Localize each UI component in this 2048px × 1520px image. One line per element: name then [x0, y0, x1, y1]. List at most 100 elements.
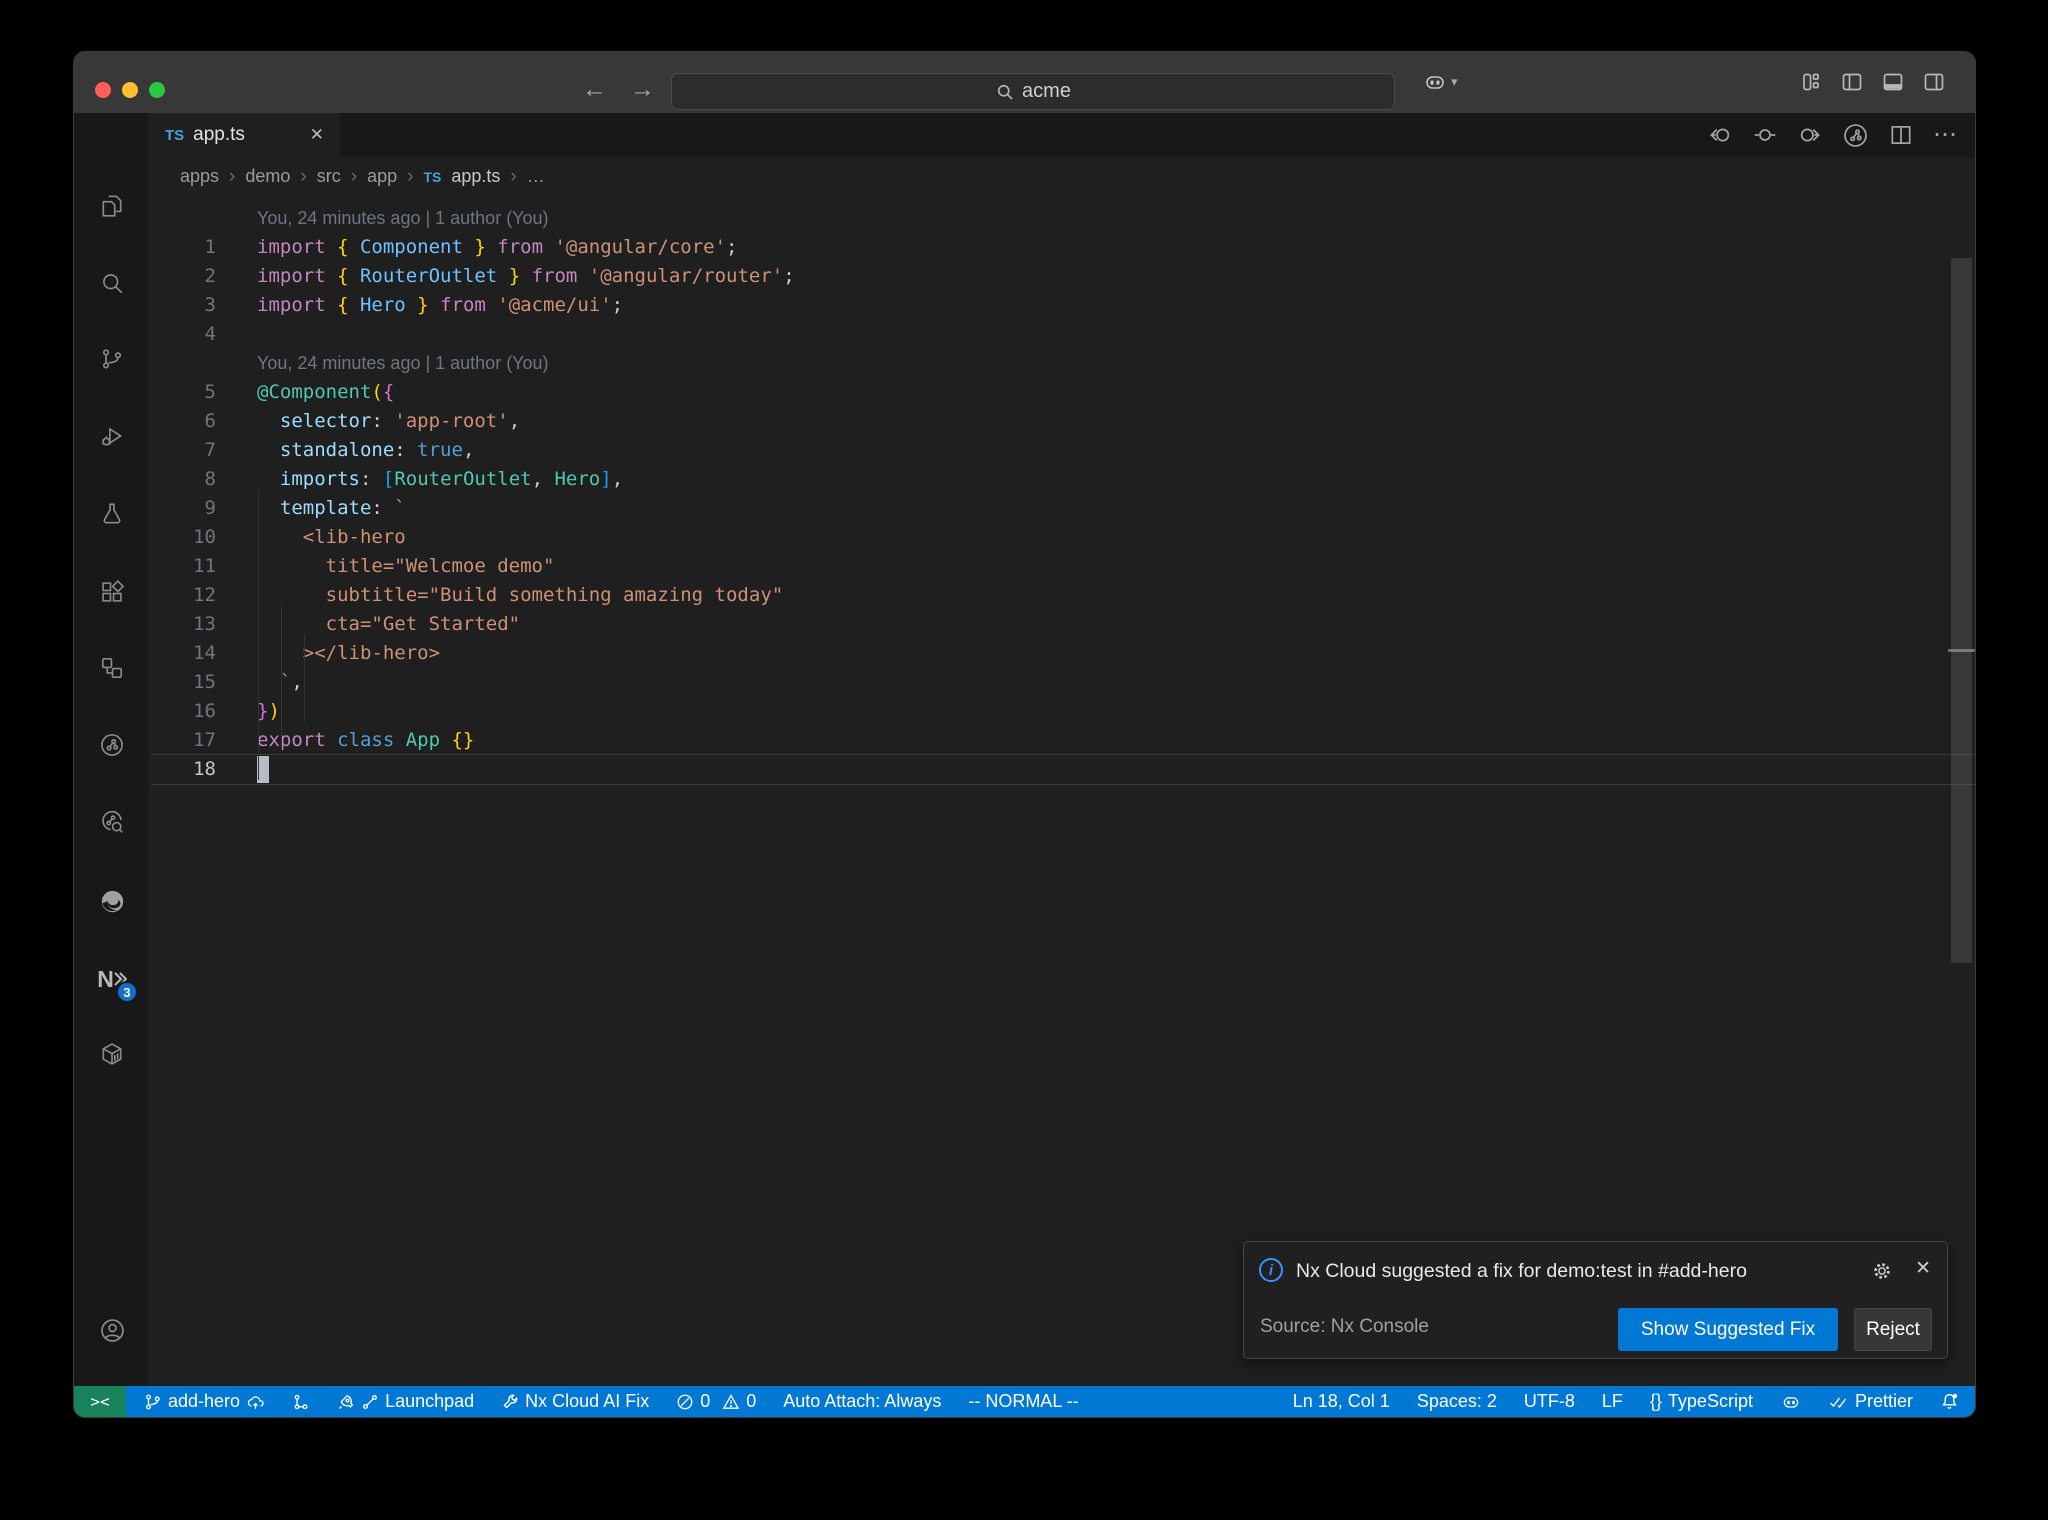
- nav-forward-icon[interactable]: [1797, 122, 1823, 148]
- code-line-9: 9 template: `: [151, 494, 1975, 523]
- panel-right-icon[interactable]: [1922, 70, 1946, 94]
- formatter-label: Prettier: [1854, 1391, 1913, 1411]
- graph-search-icon[interactable]: [74, 802, 150, 842]
- git-graph-item[interactable]: [292, 1393, 310, 1411]
- notification-toast: i Nx Cloud suggested a fix for demo:test…: [1243, 1241, 1948, 1359]
- source-control-icon[interactable]: [74, 339, 150, 379]
- line-number: 13: [193, 613, 216, 635]
- line-number: 3: [204, 294, 216, 316]
- close-icon[interactable]: ✕: [310, 125, 324, 145]
- line-number: 17: [193, 729, 216, 751]
- launchpad-item[interactable]: Launchpad: [337, 1391, 474, 1412]
- tab-app-ts[interactable]: TS app.ts ✕: [151, 113, 339, 157]
- edge-tools-icon[interactable]: [74, 881, 150, 921]
- history-forward-arrow[interactable]: →: [630, 74, 655, 104]
- code-line-6: 6 selector: 'app-root',: [151, 407, 1975, 436]
- containers-icon[interactable]: [74, 1034, 150, 1074]
- extensions-icon[interactable]: [74, 572, 150, 612]
- auto-attach-item[interactable]: Auto Attach: Always: [783, 1391, 941, 1412]
- close-icon[interactable]: ✕: [1915, 1257, 1931, 1280]
- language-mode-item[interactable]: {} TypeScript: [1650, 1391, 1753, 1412]
- panel-left-icon[interactable]: [1840, 70, 1864, 94]
- nav-back-icon[interactable]: [1707, 122, 1733, 148]
- wrench-icon: [503, 1394, 518, 1408]
- code-line-2: 2 import { RouterOutlet } from '@angular/…: [151, 262, 1975, 291]
- warning-count: 0: [746, 1391, 757, 1411]
- chevron-right-icon: ›: [407, 165, 414, 187]
- code-line-18: 18: [151, 755, 1975, 784]
- bell-icon: [1942, 1393, 1958, 1409]
- vim-mode-item[interactable]: -- NORMAL --: [968, 1391, 1078, 1412]
- line-number: 14: [193, 642, 216, 664]
- indentation-item[interactable]: Spaces: 2: [1417, 1391, 1497, 1412]
- history-back-arrow[interactable]: ←: [582, 74, 607, 104]
- explorer-icon[interactable]: [74, 186, 150, 226]
- traffic-light-minimize[interactable]: [122, 82, 138, 98]
- vscode-window: ← → acme ▾ N 3 TS app.ts ✕ ⋯ apps › demo…: [74, 52, 1975, 1417]
- run-and-debug-icon[interactable]: [74, 417, 150, 457]
- show-suggested-fix-button[interactable]: Show Suggested Fix: [1618, 1308, 1838, 1351]
- editor-scrollbar[interactable]: [1948, 196, 1975, 1386]
- braces-icon: {}: [1649, 1391, 1662, 1411]
- encoding-item[interactable]: UTF-8: [1524, 1391, 1575, 1412]
- language-label: TypeScript: [1667, 1391, 1753, 1411]
- code-line-11: 11 title="Welcmoe demo": [151, 552, 1975, 581]
- copilot-menu[interactable]: ▾: [1422, 70, 1458, 94]
- breadcrumb-item[interactable]: demo: [245, 166, 290, 187]
- traffic-light-zoom[interactable]: [149, 82, 165, 98]
- code-lines: You, 24 minutes ago | 1 author (You) 1 imp…: [151, 204, 1975, 784]
- cursor-position-item[interactable]: Ln 18, Col 1: [1293, 1391, 1390, 1412]
- info-icon: i: [1259, 1258, 1283, 1282]
- problems-item[interactable]: 0 0: [676, 1391, 756, 1412]
- code-line-8: 8 imports: [RouterOutlet, Hero],: [151, 465, 1975, 494]
- chevron-right-icon: ›: [350, 165, 358, 187]
- panel-bottom-icon[interactable]: [1881, 70, 1905, 94]
- testing-icon[interactable]: [74, 494, 150, 534]
- activity-bar: N 3: [74, 113, 150, 1416]
- scrollbar-thumb[interactable]: [1951, 258, 1972, 963]
- breadcrumb-item[interactable]: apps: [180, 166, 219, 187]
- search-icon: [995, 82, 1015, 102]
- formatter-item[interactable]: Prettier: [1829, 1391, 1913, 1412]
- breadcrumb-file[interactable]: app.ts: [451, 166, 500, 187]
- search-value: acme: [1022, 80, 1071, 102]
- more-actions-icon[interactable]: ⋯: [1933, 123, 1957, 147]
- typescript-file-icon: TS: [165, 126, 185, 144]
- chevron-right-icon: ›: [300, 165, 307, 187]
- tab-label: app.ts: [193, 124, 245, 145]
- breadcrumb-item[interactable]: src: [317, 166, 341, 187]
- search-icon[interactable]: [74, 263, 150, 303]
- breadcrumb-symbol[interactable]: …: [527, 166, 545, 187]
- split-editor-icon[interactable]: [1888, 122, 1914, 148]
- traffic-light-close[interactable]: [95, 82, 111, 98]
- code-line-12: 12 subtitle="Build something amazing tod…: [151, 581, 1975, 610]
- remote-indicator[interactable]: ><: [74, 1386, 126, 1417]
- nx-badge: 3: [116, 981, 138, 1003]
- line-number: 16: [193, 700, 216, 722]
- project-graph-icon[interactable]: [74, 725, 150, 765]
- git-blame-row: You, 24 minutes ago | 1 author (You): [257, 353, 549, 373]
- breadcrumb-item[interactable]: app: [367, 166, 397, 187]
- command-center-search[interactable]: acme: [671, 73, 1395, 110]
- copilot-status-item[interactable]: [1780, 1392, 1802, 1412]
- nx-cloud-fix-item[interactable]: Nx Cloud AI Fix: [501, 1391, 649, 1412]
- eol-item[interactable]: LF: [1602, 1391, 1623, 1412]
- notification-gear-icon[interactable]: [1871, 1260, 1893, 1282]
- project-structure-icon[interactable]: [74, 648, 150, 688]
- git-branch-item[interactable]: add-hero: [144, 1391, 265, 1412]
- breadcrumb: apps › demo › src › app › TS app.ts › …: [151, 157, 1975, 196]
- line-number: 6: [204, 410, 216, 432]
- code-editor[interactable]: You, 24 minutes ago | 1 author (You) 1 imp…: [151, 196, 1975, 1386]
- accounts-icon[interactable]: [74, 1310, 150, 1350]
- nx-cloud-fix-label: Nx Cloud AI Fix: [525, 1391, 650, 1411]
- circled-graph-icon[interactable]: [1842, 122, 1869, 149]
- git-blame-row: You, 24 minutes ago | 1 author (You): [257, 208, 549, 228]
- customize-layout-icon[interactable]: [1799, 70, 1823, 94]
- nav-position-icon[interactable]: [1752, 122, 1778, 148]
- code-line-10: 10 <lib-hero: [151, 523, 1975, 552]
- code-line-15: 15 `,: [151, 668, 1975, 697]
- indent-guide: [258, 490, 259, 780]
- reject-button[interactable]: Reject: [1854, 1308, 1932, 1351]
- notifications-bell-item[interactable]: [1940, 1392, 1959, 1411]
- nx-console-icon[interactable]: N 3: [74, 959, 150, 1003]
